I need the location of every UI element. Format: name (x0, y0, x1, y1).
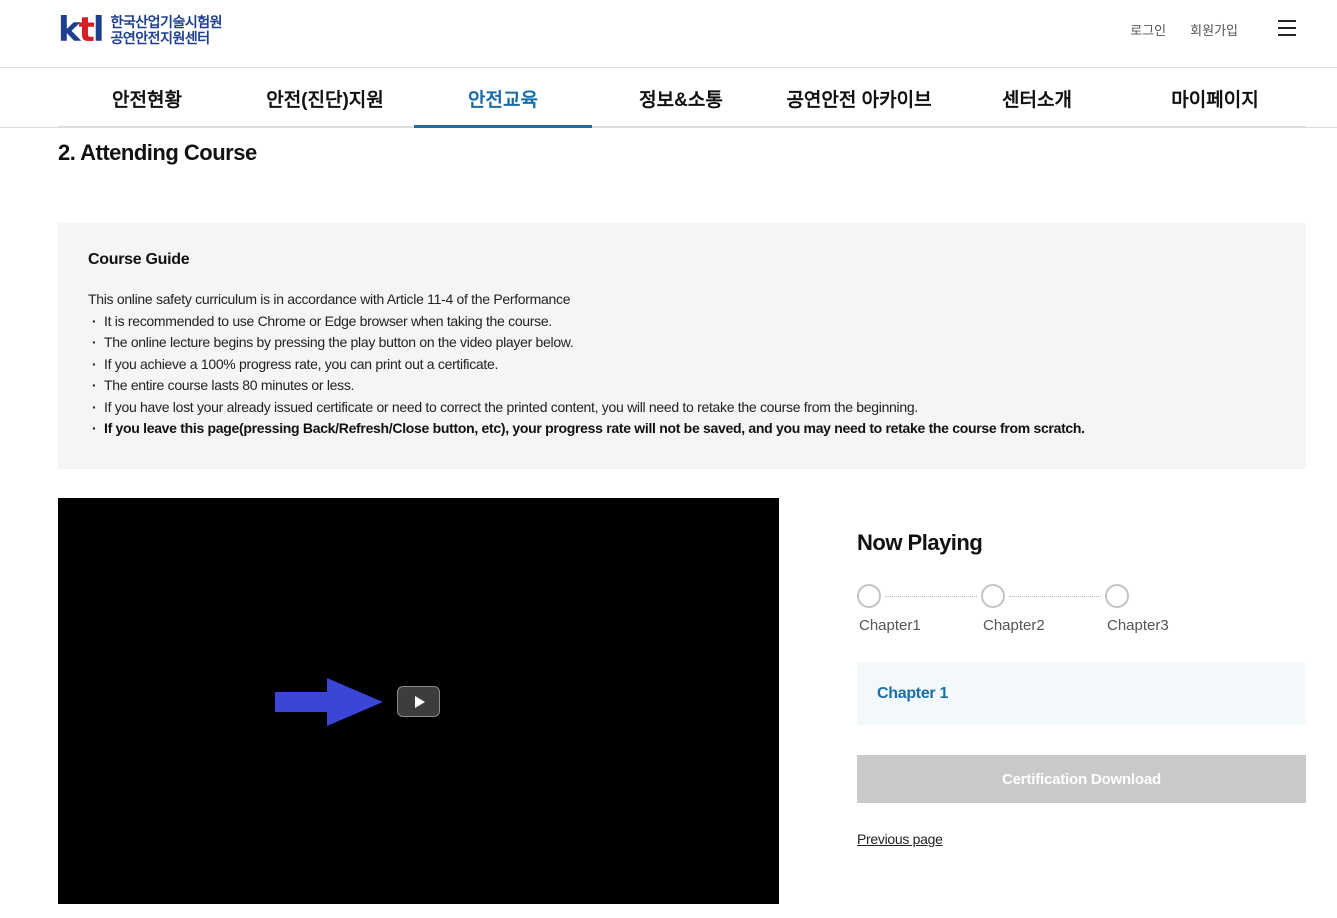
step-circle-icon (1105, 584, 1129, 608)
chapter-step-2[interactable]: Chapter2 (981, 584, 1071, 634)
utility-links: 로그인 회원가입 (1130, 20, 1238, 39)
logo-line-2: 공연안전지원센터 (110, 30, 211, 46)
arrow-right-icon (275, 678, 383, 726)
guide-item: If you achieve a 100% progress rate, you… (88, 354, 1276, 376)
course-guide-intro: This online safety curriculum is in acco… (88, 291, 571, 307)
current-chapter-box: Chapter 1 (857, 663, 1306, 725)
chapter-step-label: Chapter1 (859, 617, 921, 634)
nav-item-mypage[interactable]: 마이페이지 (1126, 69, 1304, 127)
guide-item: If you have lost your already issued cer… (88, 397, 1276, 419)
nav-item-archive[interactable]: 공연안전 아카이브 (770, 69, 948, 127)
main-nav: 안전현황 안전(진단)지원 안전교육 정보&소통 공연안전 아카이브 센터소개 … (58, 69, 1306, 128)
nav-item-info-communication[interactable]: 정보&소통 (592, 69, 770, 127)
top-header: ktl 한국산업기술시험원 공연안전지원센터 로그인 회원가입 (0, 0, 1337, 68)
chapter-step-1[interactable]: Chapter1 (857, 584, 947, 634)
video-player[interactable] (58, 498, 779, 904)
step-circle-icon (857, 584, 881, 608)
guide-item: The entire course lasts 80 minutes or le… (88, 375, 1276, 397)
logo-text: 한국산업기술시험원 공연안전지원센터 (110, 14, 223, 46)
hamburger-icon[interactable] (1278, 20, 1296, 36)
course-guide-list: It is recommended to use Chrome or Edge … (88, 311, 1276, 440)
logo-line-1: 한국산업기술시험원 (110, 14, 223, 30)
nav-item-center-intro[interactable]: 센터소개 (948, 69, 1126, 127)
nav-item-safety-support[interactable]: 안전(진단)지원 (236, 69, 414, 127)
ktl-logo[interactable]: ktl 한국산업기술시험원 공연안전지원센터 (58, 13, 222, 47)
login-link[interactable]: 로그인 (1130, 20, 1166, 39)
logo-mark: ktl (58, 10, 104, 50)
play-icon[interactable] (397, 686, 440, 717)
guide-item: It is recommended to use Chrome or Edge … (88, 311, 1276, 333)
chapter-step-label: Chapter3 (1107, 617, 1169, 634)
guide-item: The online lecture begins by pressing th… (88, 332, 1276, 354)
page-title: 2. Attending Course (58, 140, 257, 165)
current-chapter-label: Chapter 1 (877, 685, 949, 702)
course-guide-title: Course Guide (88, 251, 190, 268)
signup-link[interactable]: 회원가입 (1190, 20, 1238, 39)
chapter-step-label: Chapter2 (983, 617, 1045, 634)
chapter-step-3[interactable]: Chapter3 (1105, 584, 1195, 634)
nav-item-safety-status[interactable]: 안전현황 (58, 69, 236, 127)
step-circle-icon (981, 584, 1005, 608)
nav-divider (0, 127, 1337, 128)
previous-page-link[interactable]: Previous page (857, 831, 943, 847)
certification-download-button[interactable]: Certification Download (857, 755, 1306, 803)
course-guide: Course Guide This online safety curricul… (58, 223, 1306, 469)
chapter-progress: Chapter1 Chapter2 Chapter3 (857, 584, 1187, 644)
nav-item-safety-education[interactable]: 안전교육 (414, 69, 592, 128)
now-playing-title: Now Playing (857, 530, 983, 555)
guide-item-warning: If you leave this page(pressing Back/Ref… (88, 418, 1276, 440)
